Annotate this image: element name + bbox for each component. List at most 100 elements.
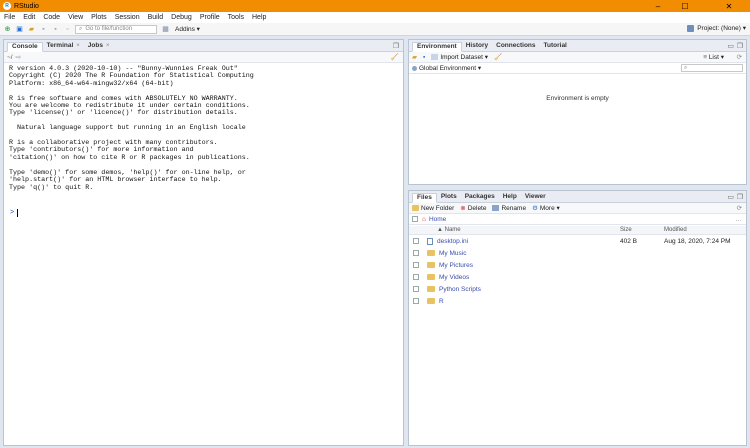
minimize-pane-icon[interactable]: ▭ <box>727 42 734 50</box>
column-name[interactable]: ▲ Name <box>437 227 461 233</box>
project-menu[interactable]: Project: (None) ▾ <box>687 24 746 32</box>
maximize-pane-icon[interactable]: ❐ <box>737 42 743 50</box>
folder-icon <box>427 262 435 268</box>
file-name[interactable]: desktop.ini <box>437 238 468 245</box>
menu-tools[interactable]: Tools <box>228 14 244 21</box>
load-workspace-icon[interactable]: ▰ <box>412 53 417 61</box>
console-tabbar: Console Terminal × Jobs × ❐ <box>4 40 403 52</box>
tab-packages[interactable]: Packages <box>461 192 499 202</box>
file-name[interactable]: My Music <box>439 250 466 257</box>
menu-profile[interactable]: Profile <box>200 14 220 21</box>
file-name[interactable]: Python Scripts <box>439 286 481 293</box>
save-all-icon[interactable]: ▪ <box>51 25 60 34</box>
tab-files[interactable]: Files <box>412 193 437 203</box>
file-name[interactable]: My Videos <box>439 274 469 281</box>
new-file-icon[interactable]: ⊕ <box>3 25 12 34</box>
minimize-button[interactable]: – <box>645 0 671 12</box>
file-row[interactable]: R <box>409 295 746 307</box>
home-icon[interactable]: ⌂ <box>422 216 426 223</box>
goto-search-icon: ⌕ <box>79 25 83 32</box>
print-icon[interactable]: ▫ <box>63 25 72 34</box>
menu-code[interactable]: Code <box>43 14 60 21</box>
file-row[interactable]: My Pictures <box>409 259 746 271</box>
more-button[interactable]: ⚙ More ▾ <box>532 204 560 212</box>
delete-button[interactable]: ⊗ Delete <box>460 204 486 213</box>
console-input[interactable]: > <box>10 209 19 217</box>
tab-connections[interactable]: Connections <box>492 41 539 51</box>
menu-file[interactable]: File <box>4 14 15 21</box>
column-size[interactable]: Size <box>620 227 632 233</box>
environment-tabbar: Environment History Connections Tutorial… <box>409 40 746 52</box>
menu-build[interactable]: Build <box>148 14 164 21</box>
tab-tutorial[interactable]: Tutorial <box>540 41 571 51</box>
row-checkbox[interactable] <box>413 286 419 292</box>
column-modified[interactable]: Modified <box>664 227 687 233</box>
project-icon <box>687 24 695 32</box>
save-workspace-icon[interactable]: ▪ <box>423 54 425 61</box>
close-tab-icon[interactable]: × <box>76 41 80 51</box>
tab-plots[interactable]: Plots <box>437 192 461 202</box>
tab-history[interactable]: History <box>462 41 492 51</box>
minimize-pane-icon[interactable]: ▭ <box>727 193 734 201</box>
tab-jobs[interactable]: Jobs × <box>84 41 114 51</box>
goto-file-input[interactable]: ⌕ Go to file/function <box>75 24 157 34</box>
select-all-checkbox[interactable] <box>412 216 418 222</box>
menu-edit[interactable]: Edit <box>23 14 35 21</box>
console-path-bar: ~/ ⇨ 🧹 <box>4 52 403 63</box>
row-checkbox[interactable] <box>413 274 419 280</box>
maximize-pane-icon[interactable]: ❐ <box>737 193 743 201</box>
file-row[interactable]: My Music <box>409 247 746 259</box>
file-modified: Aug 18, 2020, 7:24 PM <box>664 237 731 245</box>
global-environment-dropdown[interactable]: Global Environment ▾ <box>412 64 481 72</box>
file-name[interactable]: My Pictures <box>439 262 473 269</box>
menu-view[interactable]: View <box>68 14 83 21</box>
new-project-icon[interactable]: ▣ <box>15 25 24 34</box>
addins-button[interactable]: Addins ▾ <box>175 25 200 33</box>
file-row[interactable]: My Videos <box>409 271 746 283</box>
row-checkbox[interactable] <box>413 238 419 244</box>
menu-debug[interactable]: Debug <box>171 14 192 21</box>
view-mode-button[interactable]: ≡ List ▾ <box>703 53 724 61</box>
row-checkbox[interactable] <box>413 298 419 304</box>
file-row[interactable]: Python Scripts <box>409 283 746 295</box>
row-checkbox[interactable] <box>413 250 419 256</box>
close-button[interactable]: ✕ <box>716 0 742 12</box>
rename-button[interactable]: Rename <box>492 205 526 212</box>
row-checkbox[interactable] <box>413 262 419 268</box>
file-row[interactable]: desktop.ini 402 B Aug 18, 2020, 7:24 PM <box>409 235 746 247</box>
menu-help[interactable]: Help <box>252 14 266 21</box>
path-arrow-icon[interactable]: ⇨ <box>16 53 21 61</box>
clear-objects-icon[interactable]: 🧹 <box>494 53 502 61</box>
refresh-icon[interactable]: ⟳ <box>737 53 742 61</box>
save-icon[interactable]: ▪ <box>39 25 48 34</box>
import-dataset-button[interactable]: Import Dataset ▾ <box>431 53 488 61</box>
menu-session[interactable]: Session <box>115 14 140 21</box>
file-name[interactable]: R <box>439 298 444 305</box>
rename-icon <box>492 205 500 211</box>
maximize-button[interactable]: ☐ <box>672 0 698 12</box>
tab-console[interactable]: Console <box>7 42 43 52</box>
tab-environment[interactable]: Environment <box>412 42 462 52</box>
text-caret <box>17 209 19 217</box>
tab-terminal[interactable]: Terminal × <box>43 41 84 51</box>
tab-viewer[interactable]: Viewer <box>521 192 550 202</box>
clear-console-icon[interactable]: 🧹 <box>391 53 399 61</box>
menu-plots[interactable]: Plots <box>91 14 107 21</box>
files-table-header: ▲ Name Size Modified <box>409 226 746 235</box>
close-tab-icon[interactable]: × <box>106 41 110 51</box>
go-to-directory-icon[interactable]: … <box>736 216 743 223</box>
folder-icon <box>427 286 435 292</box>
new-folder-button[interactable]: New Folder <box>412 205 454 212</box>
workspace-panes-icon[interactable]: ▦ <box>161 25 170 34</box>
tab-help[interactable]: Help <box>499 192 521 202</box>
console-output: R version 4.0.3 (2020-10-10) -- "Bunny-W… <box>9 65 254 192</box>
files-pane: Files Plots Packages Help Viewer ▭ ❐ New… <box>408 190 747 446</box>
open-file-icon[interactable]: ▰ <box>27 25 36 34</box>
table-icon <box>431 54 439 60</box>
maximize-pane-icon[interactable]: ❐ <box>393 42 399 50</box>
environment-search-input[interactable]: ⌕ <box>681 64 743 72</box>
breadcrumb-home[interactable]: Home <box>429 216 446 223</box>
file-icon <box>427 237 433 245</box>
environment-toolbar: ▰ ▪ Import Dataset ▾ 🧹 ≡ List ▾ ⟳ <box>409 52 746 63</box>
refresh-icon[interactable]: ⟳ <box>737 204 742 212</box>
